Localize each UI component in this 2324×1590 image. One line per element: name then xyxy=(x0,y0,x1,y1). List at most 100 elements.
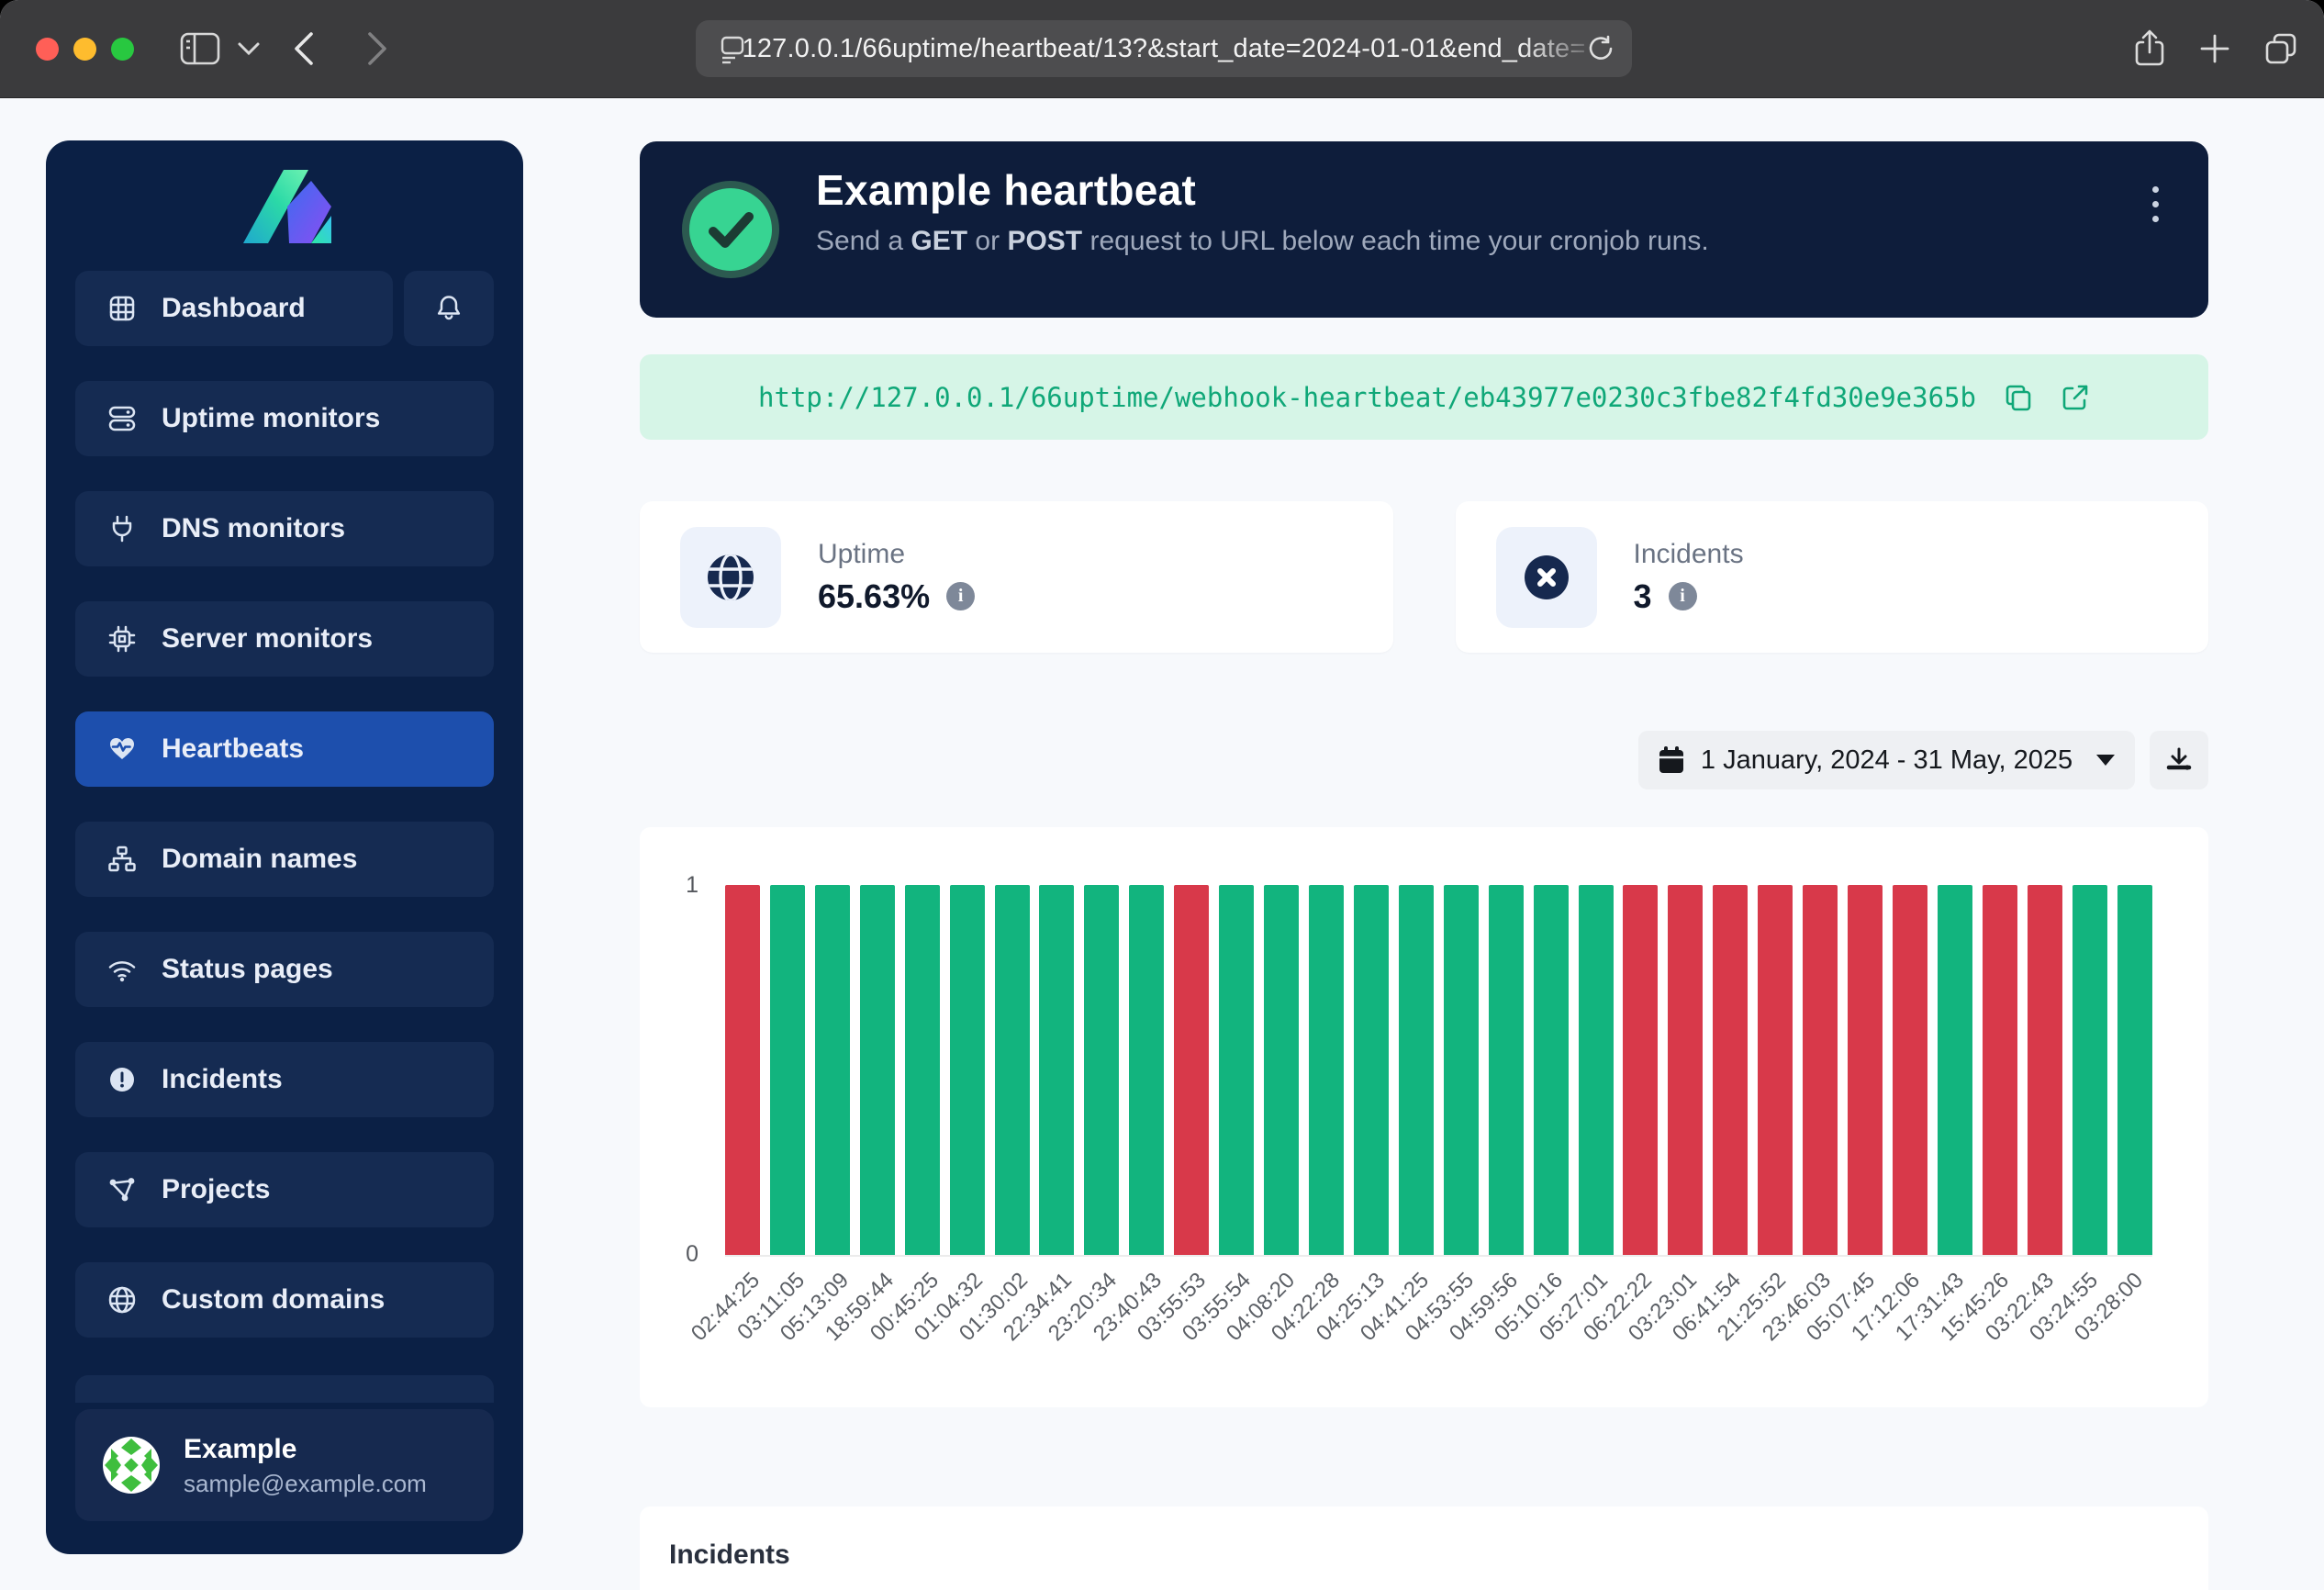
sidebar-item-label: Uptime monitors xyxy=(162,403,380,434)
sidebar-item-dashboard[interactable]: Dashboard xyxy=(75,271,393,346)
back-arrow-icon xyxy=(292,30,316,67)
date-range-picker[interactable]: 1 January, 2024 - 31 May, 2025 xyxy=(1638,731,2135,789)
chart-bar-up xyxy=(1039,885,1074,1255)
plug-icon xyxy=(106,513,138,544)
chart-bar-up xyxy=(860,885,895,1255)
chart-toolbar: 1 January, 2024 - 31 May, 2025 xyxy=(640,731,2208,789)
page-title: Example heartbeat xyxy=(816,165,1709,215)
external-link-icon[interactable] xyxy=(2061,383,2090,412)
uptime-value: 65.63% xyxy=(818,577,930,616)
status-up-icon xyxy=(680,179,781,280)
sidebar-item-label: DNS monitors xyxy=(162,513,345,544)
chart-bar-up xyxy=(2117,885,2152,1255)
download-button[interactable] xyxy=(2150,731,2208,789)
sidebar-item-uptime-monitors[interactable]: Uptime monitors xyxy=(75,381,494,456)
grid-icon xyxy=(106,293,138,324)
chart-bar-down xyxy=(1668,885,1703,1255)
sidebar-item-domain-names[interactable]: Domain names xyxy=(75,822,494,897)
minimize-window-button[interactable] xyxy=(73,38,96,61)
globe-icon xyxy=(106,1284,138,1316)
sidebar-item-label: Projects xyxy=(162,1174,270,1205)
new-tab-button[interactable] xyxy=(2199,0,2230,97)
logo-icon xyxy=(234,159,335,247)
date-range-text: 1 January, 2024 - 31 May, 2025 xyxy=(1701,745,2073,776)
forward-arrow-icon xyxy=(365,30,389,67)
globe-icon xyxy=(705,552,756,603)
toolbar-chevron-button[interactable] xyxy=(237,0,261,97)
sidebar-item-server-monitors[interactable]: Server monitors xyxy=(75,601,494,677)
notifications-button[interactable] xyxy=(404,271,494,346)
avatar xyxy=(103,1437,160,1494)
sidebar-item-custom-domains[interactable]: Custom domains xyxy=(75,1262,494,1338)
server-icon xyxy=(106,403,138,434)
sidebar: Dashboard Uptime monitors DNS monitors Serv… xyxy=(46,140,523,1554)
uptime-info-icon[interactable]: i xyxy=(946,582,975,610)
sidebar-item-label: Server monitors xyxy=(162,623,373,655)
page-subtitle: Send a GET or POST request to URL below … xyxy=(816,226,1709,257)
incident-x-icon xyxy=(1517,548,1576,607)
chart-bar-up xyxy=(1219,885,1254,1255)
tab-overview-button[interactable] xyxy=(2263,0,2298,97)
sidebar-item-label: Dashboard xyxy=(162,293,306,324)
close-window-button[interactable] xyxy=(36,38,59,61)
heartbeat-chart-card: 1 0 02:44:2503:11:0505:13:0918:59:4400:4… xyxy=(640,827,2208,1407)
chart-bar-down xyxy=(1758,885,1793,1255)
chart-bar-up xyxy=(1129,885,1164,1255)
incidents-label: Incidents xyxy=(1634,539,1744,570)
sidebar-toggle-button[interactable] xyxy=(180,0,220,97)
app-page: Dashboard Uptime monitors DNS monitors Serv… xyxy=(0,98,2324,1590)
chart-bar-down xyxy=(725,885,760,1255)
chart-bar-up xyxy=(1309,885,1344,1255)
sidebar-item-label: Status pages xyxy=(162,954,333,985)
back-button[interactable] xyxy=(292,0,316,97)
sidebar-item-clipped[interactable] xyxy=(75,1375,494,1403)
share-button[interactable] xyxy=(2133,0,2166,97)
chart-bar-down xyxy=(1713,885,1748,1255)
forward-button[interactable] xyxy=(365,0,389,97)
webhook-url-bar: http://127.0.0.1/66uptime/webhook-heartb… xyxy=(640,354,2208,440)
sidebar-item-label: Heartbeats xyxy=(162,733,304,765)
caret-down-icon xyxy=(2096,755,2115,766)
y-tick-0: 0 xyxy=(667,1241,698,1268)
sidebar-nav: Dashboard Uptime monitors DNS monitors Serv… xyxy=(75,271,494,1372)
chart-bar-up xyxy=(1938,885,1972,1255)
app-logo xyxy=(46,159,523,247)
alert-icon xyxy=(106,1064,138,1095)
sidebar-item-dns-monitors[interactable]: DNS monitors xyxy=(75,491,494,566)
chart-bar-down xyxy=(1893,885,1927,1255)
plus-icon xyxy=(2199,33,2230,64)
calendar-icon xyxy=(1659,746,1684,774)
user-menu[interactable]: Example sample@example.com xyxy=(75,1409,494,1521)
copy-icon[interactable] xyxy=(2004,383,2033,412)
chart-bar-up xyxy=(815,885,850,1255)
reload-icon[interactable] xyxy=(1586,35,1614,62)
incidents-section: Incidents xyxy=(640,1506,2208,1590)
sidebar-item-incidents[interactable]: Incidents xyxy=(75,1042,494,1117)
sidebar-item-projects[interactable]: Projects xyxy=(75,1152,494,1227)
chart-bar-up xyxy=(2073,885,2107,1255)
sidebar-item-heartbeats[interactable]: Heartbeats xyxy=(75,711,494,787)
webhook-url: http://127.0.0.1/66uptime/webhook-heartb… xyxy=(758,382,1976,413)
incidents-info-icon[interactable]: i xyxy=(1669,582,1697,610)
chart-bar-up xyxy=(1444,885,1479,1255)
chart-bar-up xyxy=(995,885,1030,1255)
zoom-window-button[interactable] xyxy=(111,38,134,61)
header-menu-button[interactable] xyxy=(2133,176,2177,231)
nodes-icon xyxy=(106,1174,138,1205)
address-bar[interactable]: 127.0.0.1/66uptime/heartbeat/13?&start_d… xyxy=(696,20,1632,77)
chart-bar-up xyxy=(1354,885,1389,1255)
wifi-icon xyxy=(106,954,138,985)
sidebar-item-status-pages[interactable]: Status pages xyxy=(75,932,494,1007)
chart-bar-up xyxy=(1264,885,1299,1255)
user-email: sample@example.com xyxy=(184,1470,427,1498)
sitemap-icon xyxy=(106,844,138,875)
chevron-down-icon xyxy=(237,41,261,56)
download-icon xyxy=(2165,746,2193,774)
bell-icon xyxy=(433,293,464,324)
chart-bar-down xyxy=(1174,885,1209,1255)
incidents-card: Incidents 3 i xyxy=(1456,501,2209,653)
chart-bar-down xyxy=(2028,885,2062,1255)
sidebar-item-label: Domain names xyxy=(162,844,357,875)
chart-bar-up xyxy=(1084,885,1119,1255)
chart-bar-up xyxy=(1489,885,1524,1255)
